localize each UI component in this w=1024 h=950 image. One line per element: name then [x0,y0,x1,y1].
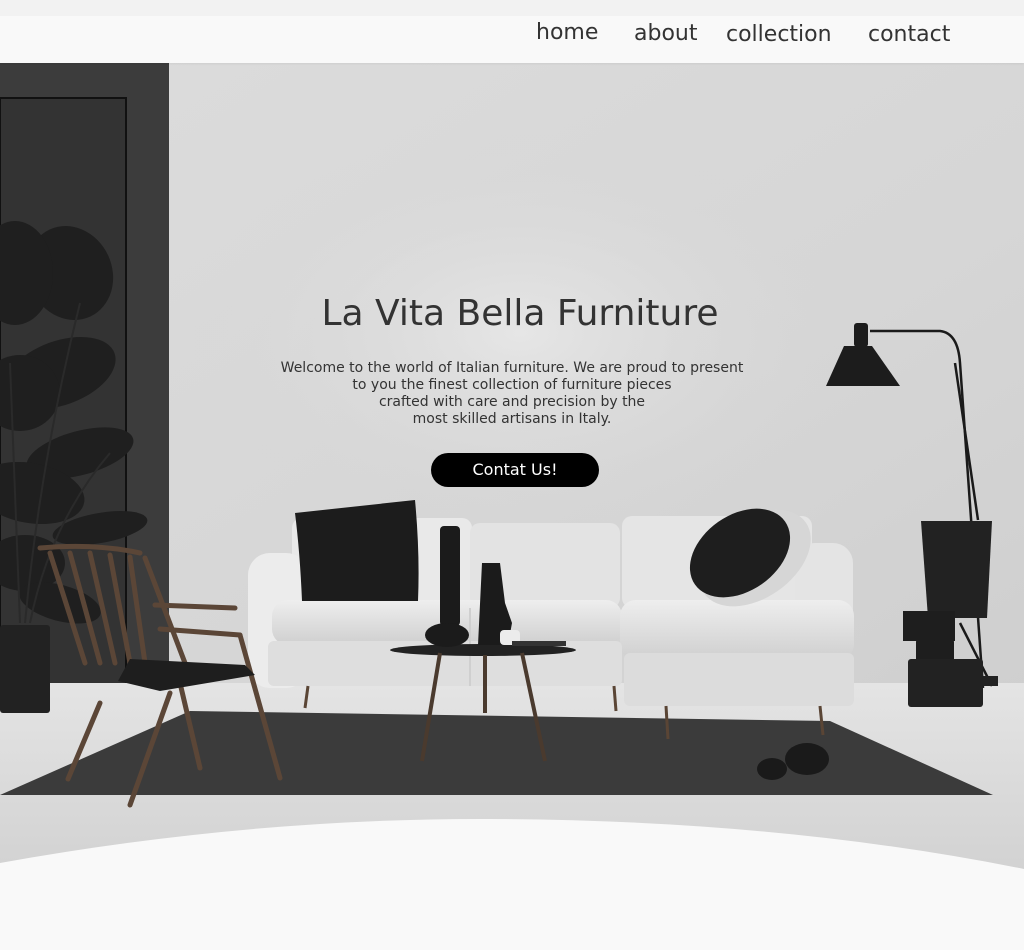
nav-link-home[interactable]: home [536,19,598,47]
hero-section: La Vita Bella Furniture Welcome to the w… [0,63,1024,873]
contact-us-button[interactable]: Contat Us! [431,453,599,487]
hero-description: Welcome to the world of Italian furnitur… [262,360,762,428]
hero-description-line: most skilled artisans in Italy. [412,411,612,427]
hero-description-line: Welcome to the world of Italian furnitur… [280,360,744,376]
hero-title: La Vita Bella Furniture [321,293,719,334]
nav-link-collection[interactable]: collection [726,21,832,49]
hero-description-line: to you the finest collection of furnitur… [352,377,672,393]
landing-page: home about collection contact La Vita Be… [0,0,1024,950]
nav-link-contact[interactable]: contact [868,21,950,49]
main-navigation: home about collection contact [0,16,1024,63]
top-strip [0,0,1024,16]
nav-link-about[interactable]: about [634,20,697,48]
hero-description-line: crafted with care and precision by the [378,394,646,410]
